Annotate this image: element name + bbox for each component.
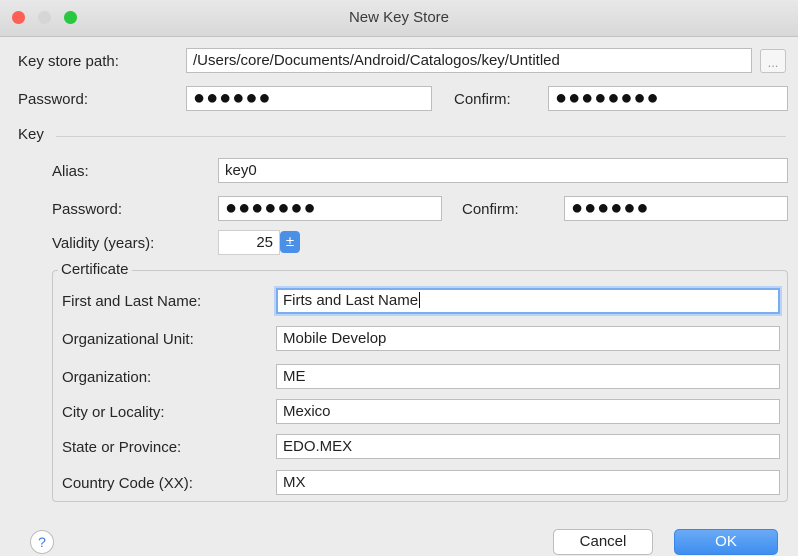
stepper-icon[interactable]: ± xyxy=(280,231,300,253)
cert-org-unit-input[interactable]: Mobile Develop xyxy=(276,326,780,351)
validity-label: Validity (years): xyxy=(52,235,155,252)
keystore-confirm-label: Confirm: xyxy=(454,91,511,108)
keystore-password-label: Password: xyxy=(18,91,89,108)
keystore-path-label: Key store path: xyxy=(18,53,119,70)
help-icon[interactable]: ? xyxy=(30,530,54,554)
certificate-legend: Certificate xyxy=(58,261,132,278)
cert-org-unit-label: Organizational Unit: xyxy=(62,331,194,348)
keystore-password-field[interactable]: ●●●●●● xyxy=(186,86,432,111)
cancel-button[interactable]: Cancel xyxy=(553,529,653,555)
key-password-field[interactable]: ●●●●●●● xyxy=(218,196,442,221)
key-password-label: Password: xyxy=(52,201,123,218)
alias-label: Alias: xyxy=(52,163,89,180)
window-title: New Key Store xyxy=(348,9,450,26)
key-confirm-field[interactable]: ●●●●●● xyxy=(564,196,788,221)
cert-state-label: State or Province: xyxy=(62,439,182,456)
text-caret xyxy=(419,292,421,308)
cert-org-label: Organization: xyxy=(62,369,152,386)
key-confirm-label: Confirm: xyxy=(462,201,519,218)
keystore-path-input[interactable]: /Users/core/Documents/Android/Catalogos/… xyxy=(186,48,752,73)
keystore-confirm-field[interactable]: ●●●●●●●● xyxy=(548,86,788,111)
validity-input[interactable]: 25 xyxy=(218,230,280,255)
cert-org-input[interactable]: ME xyxy=(276,364,780,389)
cert-name-label: First and Last Name: xyxy=(62,293,202,310)
cert-country-label: Country Code (XX): xyxy=(62,475,193,492)
key-section-divider xyxy=(56,136,786,137)
cert-city-label: City or Locality: xyxy=(62,404,165,421)
cert-country-input[interactable]: MX xyxy=(276,470,780,495)
cert-city-input[interactable]: Mexico xyxy=(276,399,780,424)
cert-name-input[interactable]: Firts and Last Name xyxy=(276,288,780,314)
cert-state-input[interactable]: EDO.MEX xyxy=(276,434,780,459)
browse-button[interactable]: ... xyxy=(760,49,786,73)
key-section-label: Key xyxy=(18,126,44,143)
alias-input[interactable]: key0 xyxy=(218,158,788,183)
ok-button[interactable]: OK xyxy=(674,529,778,555)
